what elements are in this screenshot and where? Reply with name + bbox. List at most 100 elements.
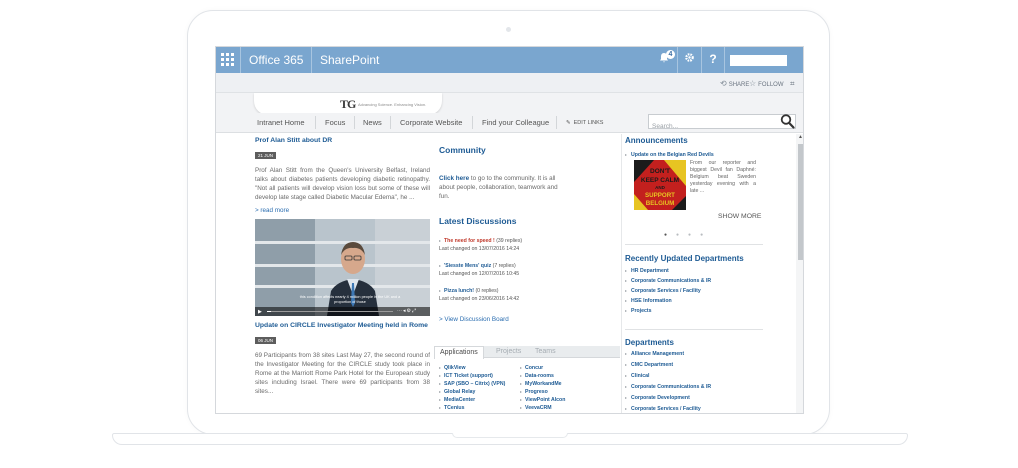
tab-applications[interactable]: Applications: [434, 346, 484, 359]
news-date: 21 JUN: [255, 152, 277, 159]
department-link[interactable]: ▸ Corporate Communications & IR: [625, 384, 711, 390]
community-heading: Community: [439, 145, 486, 155]
app-link[interactable]: ▸ TCenius: [439, 405, 464, 411]
video-caption: this condition affects nearly 4 million …: [299, 295, 401, 304]
show-more-button[interactable]: SHOW MORE: [718, 213, 761, 220]
news-title[interactable]: Update on CIRCLE Investigator Meeting he…: [255, 322, 430, 329]
pencil-icon: ✎: [566, 120, 571, 126]
nav-news[interactable]: News: [363, 118, 382, 127]
gear-icon[interactable]: [681, 52, 697, 66]
app-link[interactable]: ▸ QlikView: [439, 365, 466, 371]
app-link[interactable]: ▸ Concur: [520, 365, 543, 371]
announcement-text: From our reporter and biggest Devil fan …: [690, 160, 756, 194]
department-link[interactable]: ▸ HR Department: [625, 268, 669, 274]
discussion-changed: Last changed on 12/07/2016 10:45: [439, 271, 520, 277]
news-date: 06 JUN: [255, 337, 277, 344]
play-icon[interactable]: ▶: [258, 309, 262, 315]
app-link[interactable]: ▸ ICT Ticket (support): [439, 373, 493, 379]
tab-projects[interactable]: Projects: [496, 348, 521, 355]
svg-text:SUPPORT: SUPPORT: [645, 192, 675, 199]
scroll-up-icon[interactable]: ▲: [798, 134, 803, 140]
user-account-box[interactable]: [730, 55, 787, 66]
share-label: SHARE: [728, 82, 750, 88]
discussion-link[interactable]: Pizza lunch!: [444, 288, 474, 294]
department-link[interactable]: ▸ Corporate Development: [625, 395, 690, 401]
svg-text:AND: AND: [655, 185, 665, 190]
read-more-link[interactable]: > read more: [255, 207, 430, 214]
department-link[interactable]: ▸ Corporate Services / Facility: [625, 288, 701, 294]
right-column: Announcements ▸ Update on the Belgian Red…: [621, 134, 797, 413]
svg-text:DON'T: DON'T: [650, 168, 670, 175]
app-link[interactable]: ▸ SAP (SBO – Citrix) (VPN): [439, 381, 505, 387]
nav-intranet-home[interactable]: Intranet Home: [257, 118, 305, 127]
keep-calm-poster: DON'T KEEP CALM AND SUPPORT BELGIUM: [634, 160, 686, 210]
app-link[interactable]: ▸ Global Relay: [439, 389, 475, 395]
bullet-icon: ▸: [439, 263, 442, 268]
announcement-link[interactable]: ▸ Update on the Belgian Red Devils: [625, 152, 714, 158]
department-link[interactable]: ▸ Corporate Communications & IR: [625, 278, 711, 284]
news-summary: Prof Alan Stitt from the Queen's Univers…: [255, 167, 430, 201]
discussion-link[interactable]: 'Siesste Mens' quiz: [444, 263, 491, 269]
video-progress-fill: [267, 311, 271, 312]
community-click-here-link[interactable]: Click here: [439, 175, 469, 182]
announcements-heading: Announcements: [625, 136, 688, 145]
svg-text:BELGIUM: BELGIUM: [646, 200, 675, 207]
app-link[interactable]: ▸ Data-rooms: [520, 373, 554, 379]
logo-slogan: Advancing Science. Enhancing Vision.: [358, 102, 427, 107]
help-icon[interactable]: ?: [705, 52, 721, 66]
star-icon: ☆: [749, 79, 757, 88]
department-link[interactable]: ▸ Alliance Management: [625, 351, 684, 357]
department-link[interactable]: ▸ Clinical: [625, 373, 649, 379]
app-link[interactable]: ▸ ViewPoint Alcon: [520, 397, 565, 403]
department-link[interactable]: ▸ Corporate Services / Facility: [625, 406, 701, 412]
discussion-item: ▸ 'Siesste Mens' quiz (7 replies) Last ch…: [439, 262, 579, 278]
announcement-image[interactable]: DON'T KEEP CALM AND SUPPORT BELGIUM: [634, 160, 686, 210]
top-navigation: Intranet Home Focus News Corporate Websi…: [216, 113, 803, 133]
sharepoint-link[interactable]: SharePoint: [320, 53, 379, 67]
office365-link[interactable]: Office 365: [249, 53, 303, 67]
suite-divider: [311, 47, 312, 73]
share-button[interactable]: ⟲ SHARE: [720, 79, 749, 88]
suite-divider: [240, 47, 241, 73]
view-discussion-board-link[interactable]: > View Discussion Board: [439, 316, 509, 323]
edit-links-button[interactable]: ✎ EDIT LINKS: [566, 120, 603, 126]
bullet-icon: ▸: [625, 152, 628, 157]
waffle-icon[interactable]: [221, 53, 234, 66]
focus-mode-icon[interactable]: ⌗: [790, 79, 795, 89]
department-link[interactable]: ▸ HSE Information: [625, 298, 672, 304]
app-link[interactable]: ▸ MyWorkandMe: [520, 381, 562, 387]
nav-divider: [315, 116, 316, 129]
suite-bar: Office 365 SharePoint 4 ?: [216, 47, 803, 73]
page-scrollbar[interactable]: ▲: [796, 134, 803, 413]
tab-teams[interactable]: Teams: [535, 348, 556, 355]
department-link[interactable]: ▸ Projects: [625, 308, 652, 314]
department-link[interactable]: ▸ CMC Department: [625, 362, 673, 368]
nav-find-colleague[interactable]: Find your Colleague: [482, 118, 549, 127]
news-video[interactable]: this condition affects nearly 4 million …: [255, 219, 430, 316]
browser-screen: Office 365 SharePoint 4 ? ⟲ SHARE ☆ FOLLOW…: [215, 46, 804, 414]
bullet-icon: ▸: [439, 238, 442, 243]
community-text: Click here to go to the community. It is…: [439, 174, 559, 201]
discussion-changed: Last changed on 13/07/2016 14:24: [439, 246, 520, 252]
news-title[interactable]: Prof Alan Stitt about DR: [255, 137, 430, 144]
laptop-base-notch: [452, 433, 568, 438]
nav-focus[interactable]: Focus: [325, 118, 345, 127]
share-icon: ⟲: [720, 79, 727, 88]
discussion-link[interactable]: The need for speed !: [444, 238, 495, 244]
app-link[interactable]: ▸ MediaCenter: [439, 397, 475, 403]
app-link[interactable]: ▸ VeevaCRM: [520, 405, 552, 411]
search-box: [648, 113, 796, 133]
nav-corporate-website[interactable]: Corporate Website: [400, 118, 462, 127]
svg-text:KEEP CALM: KEEP CALM: [641, 177, 679, 184]
scroll-thumb[interactable]: [798, 144, 803, 260]
search-input[interactable]: [652, 120, 772, 133]
carousel-dots[interactable]: ●●●●: [664, 232, 712, 238]
follow-button[interactable]: ☆ FOLLOW: [749, 79, 784, 88]
video-progress-track[interactable]: [267, 311, 393, 312]
suite-divider: [724, 47, 725, 73]
site-logo[interactable]: TG Advancing Science. Enhancing Vision.: [254, 93, 442, 115]
news-summary: 69 Participants from 38 sites Last May 2…: [255, 352, 430, 395]
app-link[interactable]: ▸ Progreso: [520, 389, 548, 395]
search-icon[interactable]: [780, 113, 795, 129]
volume-fullscreen-icons[interactable]: ⋯◂⚙⤢: [397, 308, 417, 314]
